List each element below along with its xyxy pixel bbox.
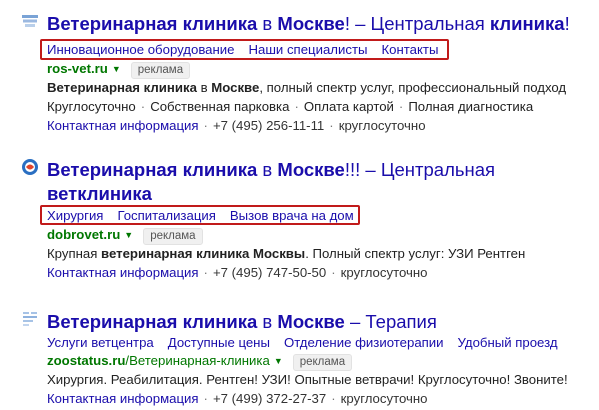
title-highlight: Москве xyxy=(277,159,345,180)
separator-dot: · xyxy=(203,391,208,406)
dobrovet-logo-icon[interactable] xyxy=(21,158,39,176)
url-row: zoostatus.ru/Ветеринарная-клиника ▼ реклам… xyxy=(47,353,353,371)
desc-text: . Полный спектр услуг: УЗИ Рентген xyxy=(305,246,526,261)
title-text: – Терапия xyxy=(344,311,437,332)
ad-badge: реклама xyxy=(130,62,191,79)
sitelinks: Инновационное оборудование Наши специалис… xyxy=(47,42,452,58)
sitelink[interactable]: Госпитализация xyxy=(117,208,215,223)
feature-item: Оплата картой xyxy=(303,99,394,114)
rosvet-logo-icon[interactable] xyxy=(21,12,39,30)
title-highlight: ветклиника xyxy=(47,183,152,204)
title-text: в xyxy=(257,13,278,34)
ad-badge: реклама xyxy=(143,228,203,245)
display-url[interactable]: zoostatus.ru xyxy=(47,353,125,368)
ad-badge: реклама xyxy=(292,354,353,371)
title-highlight: Ветеринарная клиника xyxy=(47,159,258,180)
title-highlight: Москве xyxy=(277,13,345,34)
sitelink[interactable]: Инновационное оборудование xyxy=(47,42,235,57)
feature-item: Полная диагностика xyxy=(408,99,534,114)
working-hours: круглосуточно xyxy=(340,265,428,280)
ad-title[interactable]: Ветеринарная клиника в Москве!!! – Центр… xyxy=(47,159,495,181)
sitelinks: Услуги ветцентра Доступные цены Отделение … xyxy=(47,335,572,351)
display-url[interactable]: ros-vet.ru xyxy=(47,61,108,76)
title-text: ! xyxy=(564,13,570,34)
title-text: в xyxy=(257,311,278,332)
title-highlight: Ветеринарная клиника xyxy=(47,311,258,332)
title-highlight: Москве xyxy=(277,311,345,332)
sitelink[interactable]: Наши специалисты xyxy=(249,42,368,57)
caret-down-icon[interactable]: ▼ xyxy=(274,356,283,366)
contact-info-link[interactable]: Контактная информация xyxy=(47,391,199,406)
ad-title[interactable]: Ветеринарная клиника в Москве! – Централ… xyxy=(47,13,570,35)
contact-row: Контактная информация · +7 (499) 372-27-37… xyxy=(47,391,428,407)
sitelink[interactable]: Услуги ветцентра xyxy=(47,335,154,350)
desc-text: , полный спектр услуг, профессиональный … xyxy=(259,80,567,95)
separator-dot: · xyxy=(294,99,299,114)
phone-number[interactable]: +7 (495) 256-11-11 xyxy=(213,118,324,133)
title-highlight: клиника xyxy=(489,13,565,34)
contact-info-link[interactable]: Контактная информация xyxy=(47,118,199,133)
desc-text: Крупная xyxy=(47,246,102,261)
ad-description: Хирургия. Реабилитация. Рентген! УЗИ! Оп… xyxy=(47,372,568,387)
desc-highlight: Ветеринарная клиника xyxy=(47,80,197,95)
sitelink[interactable]: Доступные цены xyxy=(168,335,270,350)
caret-down-icon[interactable]: ▼ xyxy=(112,64,121,74)
sitelink[interactable]: Контакты xyxy=(381,42,438,57)
desc-text: в xyxy=(196,80,212,95)
zoostatus-logo-icon[interactable] xyxy=(21,310,39,328)
sitelink[interactable]: Вызов врача на дом xyxy=(230,208,354,223)
desc-highlight: Москве xyxy=(211,80,260,95)
separator-dot: · xyxy=(398,99,404,114)
separator-dot: · xyxy=(331,265,336,280)
caret-down-icon[interactable]: ▼ xyxy=(124,230,133,240)
phone-number[interactable]: +7 (495) 747-50-50 xyxy=(213,265,326,280)
title-text: ! – Центральная xyxy=(344,13,490,34)
ad-title[interactable]: Ветеринарная клиника в Москве – Терапия xyxy=(47,311,437,333)
phone-number[interactable]: +7 (499) 372-27-37 xyxy=(213,391,326,406)
ad-description: Ветеринарная клиника в Москве, полный сп… xyxy=(47,80,566,96)
separator-dot: · xyxy=(331,391,336,406)
separator-dot: · xyxy=(203,118,208,133)
feature-item: Собственная парковка xyxy=(150,99,290,114)
separator-dot: · xyxy=(329,118,334,133)
working-hours: круглосуточно xyxy=(340,391,428,406)
sitelink[interactable]: Удобный проезд xyxy=(458,335,558,350)
sitelink[interactable]: Отделение физиотерапии xyxy=(284,335,444,350)
display-url[interactable]: dobrovet.ru xyxy=(47,227,120,242)
feature-row: Круглосуточно · Собственная парковка · Оплат… xyxy=(47,99,533,115)
url-row: ros-vet.ru ▼ реклама xyxy=(47,61,191,79)
sitelink[interactable]: Хирургия xyxy=(47,208,103,223)
separator-dot: · xyxy=(140,99,146,114)
sitelinks: Хирургия Госпитализация Вызов врача на дом xyxy=(47,208,368,224)
title-highlight: Ветеринарная клиника xyxy=(47,13,258,34)
ad-title-line2[interactable]: ветклиника xyxy=(47,183,152,205)
feature-item: Круглосуточно xyxy=(47,99,136,114)
contact-row: Контактная информация · +7 (495) 747-50-50… xyxy=(47,265,428,281)
contact-info-link[interactable]: Контактная информация xyxy=(47,265,199,280)
title-text: в xyxy=(257,159,278,180)
ad-description: Крупная ветеринарная клиника Москвы. Пол… xyxy=(47,246,525,262)
separator-dot: · xyxy=(203,265,208,280)
url-row: dobrovet.ru ▼ реклама xyxy=(47,227,203,245)
desc-highlight: ветеринарная клиника Москвы xyxy=(101,246,306,261)
display-url-path[interactable]: /Ветеринарная-клиника xyxy=(125,353,269,368)
working-hours: круглосуточно xyxy=(338,118,426,133)
title-text: !!! – Центральная xyxy=(344,159,496,180)
contact-row: Контактная информация · +7 (495) 256-11-11… xyxy=(47,118,426,134)
